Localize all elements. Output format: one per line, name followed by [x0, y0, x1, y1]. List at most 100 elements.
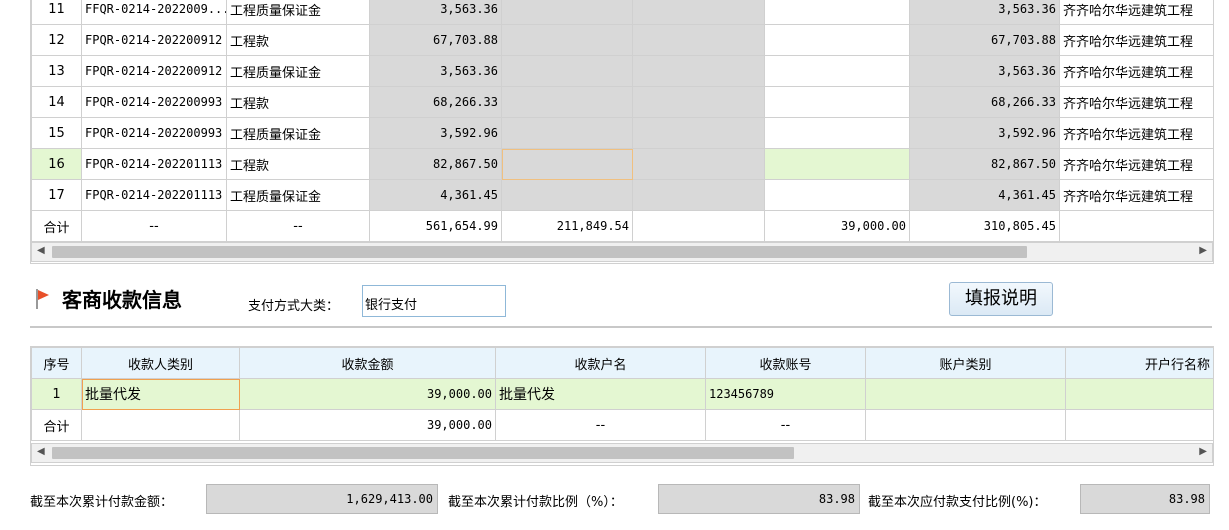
- recv-account[interactable]: 123456789: [705, 378, 866, 410]
- recv-table-container: 序号 收款人类别 收款金额 收款户名 收款账号 账户类别 开户行名称 1 批量代…: [30, 346, 1214, 466]
- row-c7[interactable]: [764, 55, 910, 87]
- table-row[interactable]: 13 FPQR-0214-202200912 工程质量保证金 3,563.36 …: [31, 55, 1213, 87]
- row-c5[interactable]: [501, 117, 633, 149]
- row-code: FFQR-0214-2022009...: [81, 0, 227, 25]
- row-c6[interactable]: [632, 148, 765, 180]
- total-label: 合计: [31, 210, 82, 242]
- table-row-selected[interactable]: 16 FPQR-0214-202201113 工程款 82,867.50 82,…: [31, 148, 1213, 180]
- row-c5[interactable]: [501, 0, 633, 25]
- row-vendor: 齐齐哈尔华远建筑工程: [1059, 24, 1213, 56]
- scroll-left-icon[interactable]: ◀: [37, 446, 45, 457]
- row-c6[interactable]: [632, 179, 765, 211]
- flag-icon: [36, 289, 49, 309]
- row-c6[interactable]: [632, 55, 765, 87]
- total-amount: 561,654.99: [369, 210, 502, 242]
- row-c7[interactable]: [764, 0, 910, 25]
- invoice-table-container: 11 FFQR-0214-2022009... 工程质量保证金 3,563.36…: [30, 0, 1214, 264]
- total-c5: 211,849.54: [501, 210, 633, 242]
- row-vendor: 齐齐哈尔华远建筑工程: [1059, 86, 1213, 118]
- col-bank: 开户行名称: [1065, 347, 1213, 379]
- pay-method-label: 支付方式大类：: [248, 299, 340, 314]
- row-type: 工程质量保证金: [226, 55, 370, 87]
- recv-row-selected[interactable]: 1 批量代发 39,000.00 批量代发 123456789: [31, 378, 1213, 410]
- row-amount: 4,361.45: [369, 179, 502, 211]
- scroll-right-icon[interactable]: ▶: [1199, 245, 1207, 256]
- row-c6[interactable]: [632, 0, 765, 25]
- total-vendor: [1059, 210, 1213, 242]
- recv-total-name: --: [495, 409, 706, 441]
- scroll-right-icon[interactable]: ▶: [1199, 446, 1207, 457]
- invoice-table: 11 FFQR-0214-2022009... 工程质量保证金 3,563.36…: [31, 0, 1213, 242]
- total-c8: 310,805.45: [909, 210, 1060, 242]
- pay-method-field[interactable]: 银行支付: [362, 285, 506, 317]
- row-c7[interactable]: [764, 24, 910, 56]
- table-row[interactable]: 12 FPQR-0214-202200912 工程款 67,703.88 67,…: [31, 24, 1213, 56]
- recv-total-label: 合计: [31, 409, 82, 441]
- row-c6[interactable]: [632, 117, 765, 149]
- recv-table-hscrollbar[interactable]: ◀ ▶: [31, 443, 1213, 463]
- recv-bank[interactable]: [1065, 378, 1213, 410]
- recv-name[interactable]: 批量代发: [495, 378, 706, 410]
- row-amount: 3,563.36: [369, 55, 502, 87]
- row-c7[interactable]: [764, 179, 910, 211]
- row-seq: 17: [31, 179, 82, 211]
- due-ratio-value: 83.98: [1168, 492, 1205, 506]
- recv-total-row: 合计 39,000.00 -- --: [31, 409, 1213, 441]
- recv-acct-type[interactable]: [865, 378, 1066, 410]
- cum-amount-value: 1,629,413.00: [346, 492, 433, 506]
- scroll-left-icon[interactable]: ◀: [37, 245, 45, 256]
- section-title: 客商收款信息: [62, 288, 182, 312]
- row-amount: 68,266.33: [369, 86, 502, 118]
- recv-amount[interactable]: 39,000.00: [239, 378, 496, 410]
- total-row: 合计 -- -- 561,654.99 211,849.54 39,000.00…: [31, 210, 1213, 242]
- row-c5[interactable]: [501, 179, 633, 211]
- row-seq: 13: [31, 55, 82, 87]
- row-seq: 12: [31, 24, 82, 56]
- row-c5[interactable]: [501, 55, 633, 87]
- row-amount: 82,867.50: [369, 148, 502, 180]
- row-c8: 67,703.88: [909, 24, 1060, 56]
- summary-bar: 截至本次累计付款金额： 1,629,413.00 截至本次累计付款比例（%）： …: [30, 484, 1212, 516]
- row-c8: 68,266.33: [909, 86, 1060, 118]
- row-c7[interactable]: [764, 86, 910, 118]
- row-vendor: 齐齐哈尔华远建筑工程: [1059, 117, 1213, 149]
- row-c5[interactable]: [501, 148, 633, 180]
- row-c6[interactable]: [632, 86, 765, 118]
- total-c7: 39,000.00: [764, 210, 910, 242]
- row-seq: 11: [31, 0, 82, 25]
- row-type: 工程质量保证金: [226, 179, 370, 211]
- recv-total-acct-type: [865, 409, 1066, 441]
- table-row[interactable]: 15 FPQR-0214-202200993 工程质量保证金 3,592.96 …: [31, 117, 1213, 149]
- row-code: FPQR-0214-202200993: [81, 117, 227, 149]
- help-button[interactable]: 填报说明: [949, 282, 1053, 316]
- row-vendor: 齐齐哈尔华远建筑工程: [1059, 179, 1213, 211]
- recv-category[interactable]: 批量代发: [81, 378, 240, 410]
- table-row[interactable]: 17 FPQR-0214-202201113 工程质量保证金 4,361.45 …: [31, 179, 1213, 211]
- col-account: 收款账号: [705, 347, 866, 379]
- col-name: 收款户名: [495, 347, 706, 379]
- cum-amount-label: 截至本次累计付款金额：: [30, 495, 174, 510]
- col-seq: 序号: [31, 347, 82, 379]
- total-code: --: [81, 210, 227, 242]
- cum-ratio-field: 83.98: [658, 484, 860, 514]
- row-c8: 82,867.50: [909, 148, 1060, 180]
- recv-table: 序号 收款人类别 收款金额 收款户名 收款账号 账户类别 开户行名称 1 批量代…: [31, 347, 1213, 441]
- table-row[interactable]: 14 FPQR-0214-202200993 工程款 68,266.33 68,…: [31, 86, 1213, 118]
- due-ratio-label: 截至本次应付款支付比例(%)：: [868, 495, 1047, 510]
- row-type: 工程质量保证金: [226, 0, 370, 25]
- top-table-hscrollbar[interactable]: ◀ ▶: [31, 242, 1213, 262]
- row-c8: 3,563.36: [909, 55, 1060, 87]
- scroll-thumb[interactable]: [52, 447, 794, 459]
- row-seq: 15: [31, 117, 82, 149]
- row-c5[interactable]: [501, 86, 633, 118]
- row-vendor: 齐齐哈尔华远建筑工程: [1059, 55, 1213, 87]
- row-c8: 4,361.45: [909, 179, 1060, 211]
- row-c7[interactable]: [764, 117, 910, 149]
- table-row[interactable]: 11 FFQR-0214-2022009... 工程质量保证金 3,563.36…: [31, 0, 1213, 25]
- row-c6[interactable]: [632, 24, 765, 56]
- col-amount: 收款金额: [239, 347, 496, 379]
- row-c7[interactable]: [764, 148, 910, 180]
- scroll-thumb[interactable]: [52, 246, 1027, 258]
- row-c5[interactable]: [501, 24, 633, 56]
- row-code: FPQR-0214-202201113: [81, 148, 227, 180]
